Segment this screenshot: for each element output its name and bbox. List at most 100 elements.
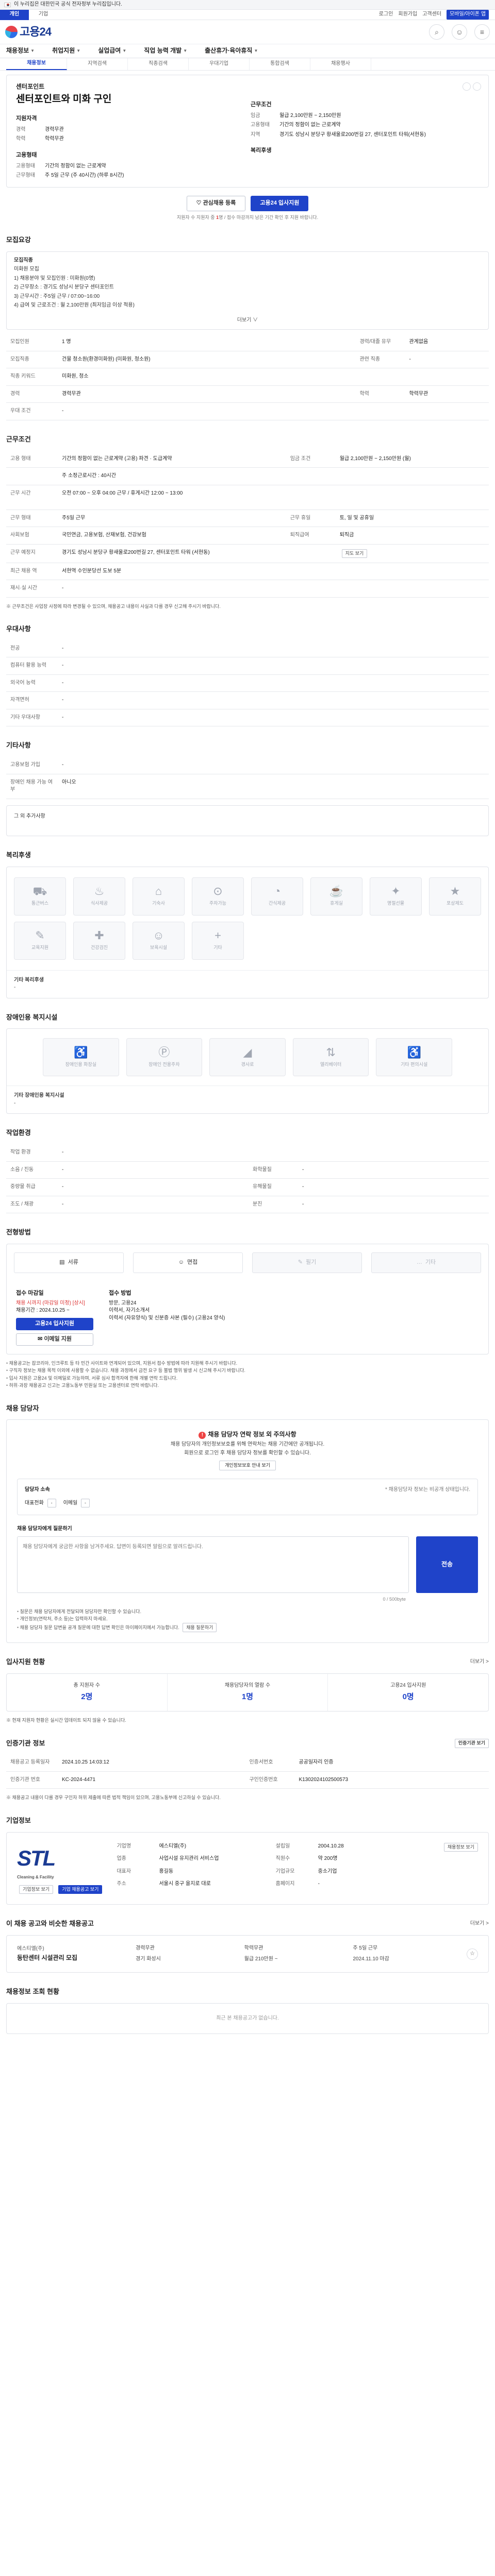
help-link[interactable]: 고객센터 [422, 11, 441, 19]
prefer-table: 전공 - 컴퓨터 활용 능력 - 외국어 능력 - 자격면허 - 기타 우대사항 - [6, 640, 489, 727]
meal-icon: ♨ [94, 884, 105, 897]
qna-textarea[interactable] [17, 1536, 409, 1593]
subtab-occupation[interactable]: 직종검색 [128, 58, 189, 70]
similar-company: 에스티엘(주) [17, 1945, 44, 1952]
gnb-item-leave[interactable]: 출산휴가·육아휴직 ▼ [205, 46, 258, 55]
stat-online: 고용24 입사지원 0명 [390, 1682, 426, 1702]
deadline-heading: 접수 마감일 [16, 1290, 44, 1297]
similar-title: 이 채용 공고와 비슷한 채용공고 [6, 1920, 94, 1928]
table-row: 중량물 취급 - 유해물질 - [6, 1178, 489, 1196]
table-row: 자격면허 - [6, 691, 489, 709]
similar-job-card[interactable]: 에스티엘(주) 동탄센터 시설관리 모집 경력무관 학력무관 주 5일 근무 경… [6, 1935, 489, 1973]
apply-notes: 채용공고는 잡코리아, 인크루트 등 타 민간 사이트와 연계되어 있으며, 지… [6, 1360, 489, 1389]
apply-note: 지원자 수 지원자 중 1명 / 접수 마감까지 남은 기간 확인 후 지원 바… [176, 214, 319, 220]
table-row: 근무 예정지 경기도 성남시 분당구 황새울로200번길 27, 센터포인트 타워… [6, 544, 489, 563]
disability-label: 경사로 [241, 1061, 254, 1067]
chevron-down-icon: ▼ [183, 48, 188, 54]
interview-icon: ☺ [178, 1259, 184, 1266]
apply-submit-button[interactable]: 고용24 입사지원 [16, 1317, 93, 1330]
welfare-label: 교육지원 [31, 944, 49, 950]
subtab-events[interactable]: 채용행사 [310, 58, 371, 70]
gnb-item-jobs[interactable]: 채용정보 ▼ [6, 46, 35, 55]
company-name[interactable]: 센터포인트 [16, 82, 244, 91]
company-logo: STL Cleaning & Facility [17, 1845, 56, 1879]
user-icon[interactable]: ☺ [452, 24, 467, 40]
mobile-app-link[interactable]: 모바일/아이폰 앱 [447, 10, 489, 20]
contact-line: 채용 담당자의 개인정보보호를 위해 연락처는 채용 기간에만 공개됩니다. [170, 1441, 325, 1447]
note-item: 허위·과장 채용공고 신고는 고용노동부 민원실 또는 고용센터로 연락 바랍니… [6, 1382, 489, 1389]
gift-icon: ✦ [391, 884, 401, 897]
apply-button[interactable]: 고용24 입사지원 [251, 195, 309, 211]
job-title: 센터포인트와 미화 구인 [16, 94, 112, 105]
subtab-jobs[interactable]: 채용정보 [6, 58, 67, 70]
alert-icon: ! [199, 1432, 206, 1439]
gnb-item-unemployment[interactable]: 실업급여 ▼ [98, 46, 126, 55]
disability-card: Ⓟ 장애인 전용주차 [126, 1038, 203, 1077]
table-row: 근무 형태 주5일 근무 근무 휴일 토, 일 및 공휴일 [6, 510, 489, 528]
similar-more-link[interactable]: 더보기 > [470, 1920, 489, 1928]
more-toggle-button[interactable]: 더보기 ∨ [14, 317, 481, 325]
qna-counter: 0 / 500byte [383, 1596, 406, 1602]
company-info-button[interactable]: 기업정보 보기 [19, 1885, 54, 1894]
info-note: ※ 채용공고 내용이 다를 경우 구인자 허위 제출에 따른 법적 책임이 있으… [6, 1795, 221, 1801]
contact-email: 이메일 - [63, 1499, 90, 1508]
note-item: 질문은 채용 담당자에게 전달되며 담당자만 확인할 수 있습니다. [17, 1608, 478, 1615]
site-logo[interactable]: 고용24 [5, 24, 52, 40]
info-view-button[interactable]: 인증기관 보기 [454, 1739, 489, 1748]
chevron-down-icon: ▼ [30, 48, 35, 54]
table-row: 조도 / 채광 - 분진 - [6, 1196, 489, 1214]
tab-business[interactable]: 기업 [29, 10, 58, 20]
disability-other: 기타 장애인용 복지시설 - [7, 1086, 488, 1113]
job-summary-card: 센터포인트 센터포인트와 미화 구인 지원자격 경력 경력무관 학력 학력무관 고용… [6, 75, 489, 188]
table-row: 고용보험 가입 - [6, 757, 489, 774]
deadline-sub: 채용기간 : 2024.10.25 ~ [16, 1308, 70, 1314]
conditions-footnote: ※ 근무조건은 사업장 사정에 따라 변경될 수 있으며, 채용공고 내용이 사… [6, 603, 221, 609]
table-row: 재시·실 시간 - [6, 580, 489, 598]
table-row: 기타 우대사항 - [6, 709, 489, 727]
scrap-button[interactable]: ♡ 관심채용 등록 [186, 195, 246, 211]
process-step-interview: ☺ 면접 [133, 1252, 243, 1274]
tab-personal[interactable]: 개인 [0, 9, 29, 20]
recruit-line: 1) 채용분야 및 모집인원 : 미화원(0명) [14, 275, 95, 281]
disability-box: ♿ 장애인용 화장실 Ⓟ 장애인 전용주차 ◢ 경사로 ⇅ 엘리베이터 ♿ 기타 편의시설 기타 … [6, 1028, 489, 1114]
qna-send-button[interactable]: 전송 [416, 1536, 478, 1593]
table-row: 직종 키워드 미화원, 청소 [6, 368, 489, 386]
gov-notice-bar: 이 누리집은 대한민국 공식 전자정부 누리집입니다. [0, 0, 495, 10]
welfare-label: 통근버스 [31, 900, 49, 906]
ramp-icon: ◢ [243, 1045, 252, 1059]
gnb-item-training[interactable]: 직업 능력 개발 ▼ [144, 46, 187, 55]
gnb-item-support[interactable]: 취업지원 ▼ [52, 46, 80, 55]
welfare-label: 건강검진 [90, 944, 108, 950]
company-jobs-button[interactable]: 기업 채용공고 보기 [58, 1885, 103, 1894]
history-more-link[interactable]: 더보기 > [470, 1658, 489, 1666]
process-step-written: ✎ 필기 [252, 1252, 362, 1274]
signup-link[interactable]: 회원가입 [398, 11, 417, 19]
subtab-integrated[interactable]: 통합검색 [250, 58, 310, 70]
print-icon[interactable] [473, 82, 481, 91]
search-icon[interactable]: ⌕ [429, 24, 444, 40]
document-icon: ▤ [59, 1259, 65, 1266]
similar-header: 이 채용 공고와 비슷한 채용공고 더보기 > [6, 1919, 489, 1929]
welfare-card: ★ 포상제도 [429, 877, 481, 916]
subtab-region[interactable]: 지역검색 [67, 58, 128, 70]
subtab-preferred[interactable]: 우대기업 [189, 58, 250, 70]
company-homepage-button[interactable]: 채용정보 보기 [443, 1842, 478, 1852]
share-icon[interactable] [463, 82, 471, 91]
recruit-line: 미화원 모집 [14, 266, 39, 273]
elevator-icon: ⇅ [326, 1045, 336, 1059]
bookmark-icon[interactable]: ☆ [467, 1948, 478, 1960]
prefer-title: 우대사항 [6, 624, 31, 633]
map-view-button[interactable]: 지도 보기 [341, 549, 368, 558]
menu-icon[interactable]: ≡ [474, 24, 490, 40]
login-link[interactable]: 로그인 [379, 11, 393, 19]
email-apply-button[interactable]: ✉ 이메일 지원 [16, 1333, 93, 1346]
welfare-label: 휴게실 [330, 900, 343, 906]
welfare-label: 기숙사 [152, 900, 165, 906]
welfare-card: ◔ 간식제공 [251, 877, 303, 916]
top-right-links: 로그인 회원가입 고객센터 모바일/아이폰 앱 [379, 10, 495, 20]
company-details: 기업명 에스티엘(주) 설립일 2004.10.28 업종 사업시설 유지관리 서비스… [117, 1843, 344, 1887]
process-title: 전형방법 [6, 1228, 31, 1236]
privacy-guide-button[interactable]: 개인정보보호 안내 보기 [219, 1460, 276, 1470]
table-row: 최근 채용 역 서현역 수인분당선 도보 5분 [6, 563, 489, 581]
ask-question-button[interactable]: 채용 질문하기 [183, 1622, 217, 1633]
